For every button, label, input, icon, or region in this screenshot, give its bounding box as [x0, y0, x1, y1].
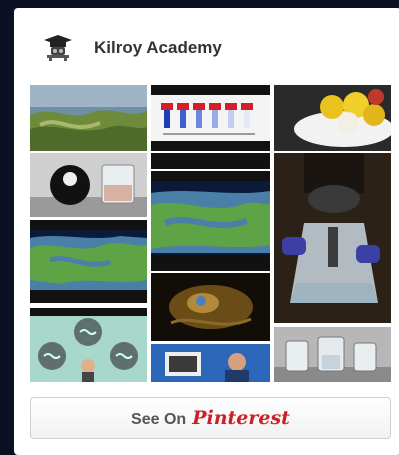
pin-microscope-flask[interactable] [274, 153, 391, 323]
pin-map-diagram-2[interactable] [151, 171, 270, 271]
pin-underwater-organism[interactable] [151, 273, 270, 341]
see-on-label: See On [131, 411, 187, 428]
pin-presenter-video[interactable] [151, 344, 270, 382]
pin-dark-strip[interactable] [151, 153, 270, 169]
pin-aerial-shoreline[interactable] [30, 85, 147, 151]
pin-lab-beakers[interactable] [274, 327, 391, 382]
pin-concentration-tubes[interactable] [151, 85, 270, 151]
pinterest-logo: Pinterest [192, 407, 290, 429]
see-on-pinterest-button[interactable]: See On Pinterest [30, 397, 391, 439]
pin-sound-circles[interactable] [30, 308, 147, 382]
pinterest-board-widget: Kilroy Academy See On Pinterest [14, 8, 399, 455]
board-header[interactable]: Kilroy Academy [14, 28, 399, 68]
pin-eight-ball-beaker[interactable] [30, 153, 147, 217]
pin-map-diagram-1[interactable] [30, 220, 147, 303]
graduate-robot-icon[interactable] [42, 34, 74, 62]
pin-lemons-bowl[interactable] [274, 85, 391, 151]
board-title[interactable]: Kilroy Academy [94, 38, 222, 58]
